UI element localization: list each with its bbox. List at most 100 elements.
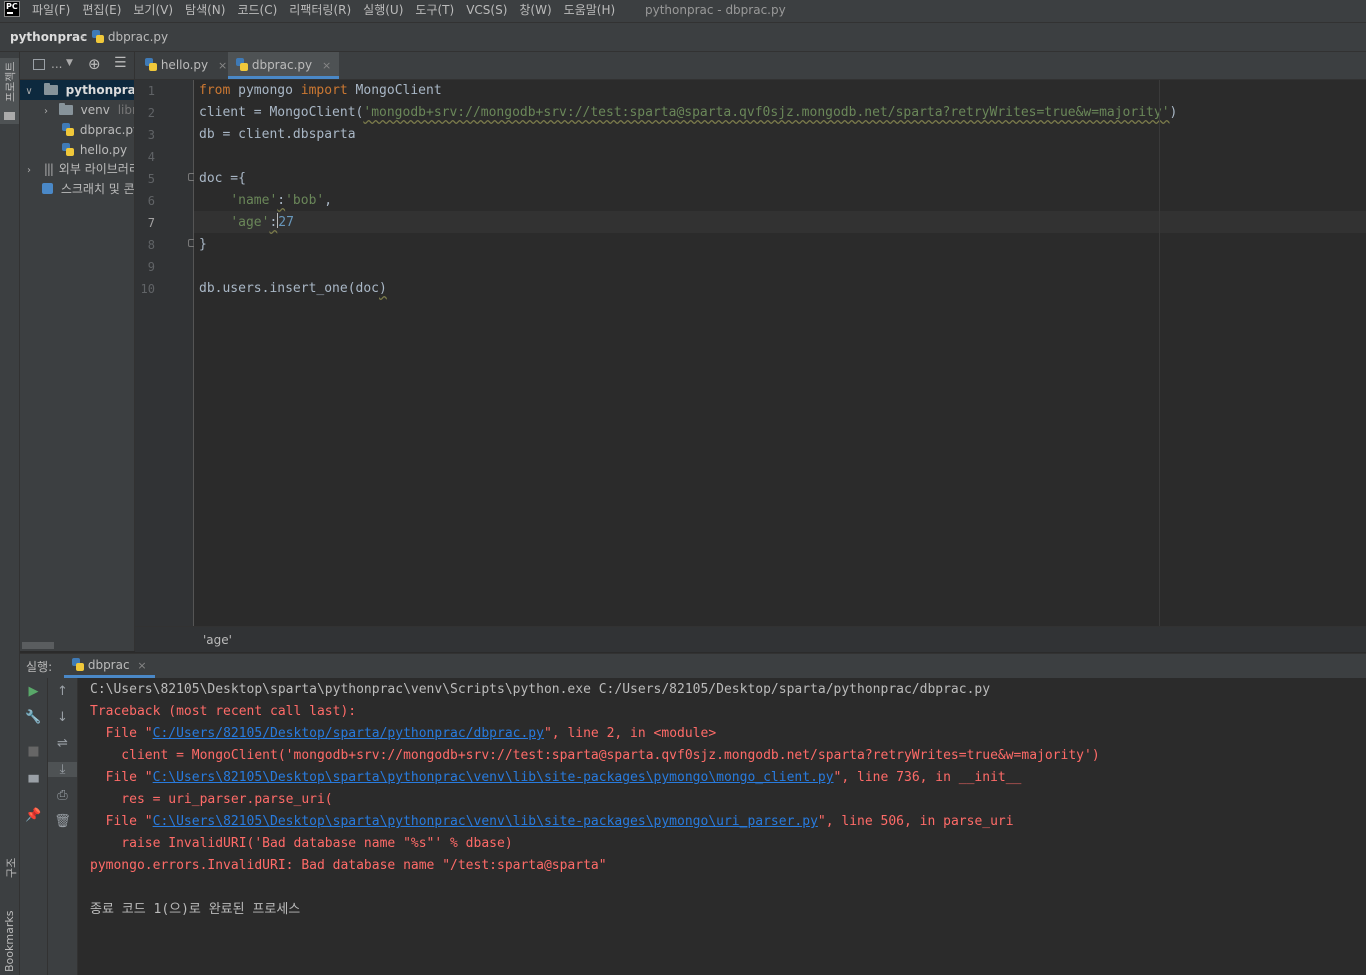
code-editor[interactable]: from pymongo import MongoClient client =… <box>194 80 1366 626</box>
view-mode-dots[interactable]: ... <box>51 57 62 71</box>
pycharm-logo-icon: PC <box>4 1 20 17</box>
code-text: , <box>324 193 333 208</box>
tree-item-label: hello.py <box>79 143 128 157</box>
menu-bar: PC 파일(F) 편집(E) 보기(V) 탐색(N) 코드(C) 리팩터링(R)… <box>0 0 1366 23</box>
run-tab-dbprac[interactable]: dbprac × <box>64 654 155 678</box>
python-file-icon <box>62 123 74 136</box>
rerun-icon[interactable]: ▶ <box>20 684 47 699</box>
menu-file[interactable]: 파일(F) <box>26 0 76 22</box>
console-text: File " <box>90 770 153 785</box>
layout-icon[interactable]: ▀ <box>20 776 47 791</box>
locate-icon[interactable]: ⊕ <box>88 55 101 73</box>
tree-item-suffix: librar <box>117 103 134 117</box>
close-icon[interactable]: × <box>322 59 331 72</box>
console-file-link[interactable]: C:\Users\82105\Desktop\sparta\pythonprac… <box>153 770 834 785</box>
breadcrumb-project[interactable]: pythonprac <box>10 23 87 51</box>
tab-hello-py[interactable]: hello.py × <box>137 52 235 79</box>
panel-view-icon[interactable] <box>33 59 45 70</box>
editor-breadcrumb-bar: 'age' <box>135 626 1366 652</box>
code-line-3: db = client.dbsparta <box>199 127 356 142</box>
structure-tool-button[interactable]: 구조 <box>0 842 19 887</box>
tree-item-dbprac[interactable]: dbprac.py <box>20 120 134 140</box>
tab-label: dbprac.py <box>251 58 313 72</box>
menu-navigate[interactable]: 탐색(N) <box>179 0 231 22</box>
close-icon[interactable]: × <box>137 659 146 672</box>
tree-item-external-libraries[interactable]: › ||| 외부 라이브러리 <box>20 159 134 179</box>
menu-vcs[interactable]: VCS(S) <box>460 0 513 22</box>
line-number: 8 <box>147 238 155 252</box>
scratches-icon <box>42 183 53 194</box>
tree-item-pythonprac[interactable]: ∨ pythonprac C <box>20 80 134 100</box>
menu-code[interactable]: 코드(C) <box>231 0 283 22</box>
menu-tools[interactable]: 도구(T) <box>409 0 460 22</box>
code-line-5: doc ={ <box>199 171 246 186</box>
trash-icon[interactable]: 🗑 <box>48 814 77 829</box>
project-tool-button[interactable]: 프로젝트 <box>0 58 19 124</box>
folder-icon <box>4 112 15 120</box>
chevron-right-icon[interactable]: › <box>22 161 36 181</box>
line-number: 1 <box>147 84 155 98</box>
line-number: 4 <box>147 150 155 164</box>
collapse-all-icon[interactable]: ☰ <box>114 55 127 71</box>
line-number: 3 <box>147 128 155 142</box>
import-name: MongoClient <box>347 83 442 98</box>
line-number: 9 <box>147 260 155 274</box>
chevron-down-icon[interactable]: ▼ <box>66 58 73 68</box>
breadcrumb-file[interactable]: dbprac.py <box>92 23 168 51</box>
console-file-link[interactable]: C:/Users/82105/Desktop/sparta/pythonprac… <box>153 726 544 741</box>
stop-icon[interactable]: ■ <box>20 744 47 759</box>
breadcrumb: pythonprac › dbprac.py <box>0 23 1366 52</box>
wrench-icon[interactable]: 🔧 <box>20 710 47 725</box>
tree-item-scratches[interactable]: 스크래치 및 콘솔 <box>20 179 134 199</box>
string-literal: 'age' <box>230 215 270 230</box>
chevron-right-icon[interactable]: › <box>39 102 53 122</box>
code-line-1: from pymongo import MongoClient <box>199 80 442 102</box>
number-literal: 27 <box>278 215 294 230</box>
folder-icon <box>58 103 73 115</box>
structure-tool-label: 구조 <box>5 857 18 878</box>
close-icon[interactable]: × <box>218 59 227 72</box>
python-file-icon <box>145 58 157 71</box>
console-frame-3-code: raise InvalidURI('Bad database name "%s"… <box>90 836 513 851</box>
current-line-highlight <box>194 211 1366 233</box>
folder-icon <box>43 83 58 95</box>
print-icon[interactable]: ⎙ <box>48 788 77 803</box>
run-tab-label: dbprac <box>87 658 130 672</box>
bookmarks-tool-button[interactable]: Bookmarks <box>0 902 19 975</box>
console-file-link[interactable]: C:\Users\82105\Desktop\sparta\pythonprac… <box>153 814 818 829</box>
code-text: ) <box>379 281 387 296</box>
run-console[interactable]: C:\Users\82105\Desktop\sparta\pythonprac… <box>78 678 1366 975</box>
soft-wrap-icon[interactable]: ⇌ <box>48 736 77 751</box>
menu-view[interactable]: 보기(V) <box>127 0 179 22</box>
arrow-up-icon[interactable]: ↑ <box>48 684 77 699</box>
menu-refactor[interactable]: 리팩터링(R) <box>283 0 357 22</box>
run-panel-label: 실행: <box>26 660 53 674</box>
line-number: 5 <box>147 172 155 186</box>
structure-hint[interactable]: 'age' <box>203 633 232 647</box>
scroll-to-end-icon[interactable]: ⤓ <box>48 762 77 777</box>
tab-dbprac-py[interactable]: dbprac.py × <box>228 52 340 79</box>
console-error-message: pymongo.errors.InvalidURI: Bad database … <box>90 858 607 873</box>
line-number: 7 <box>147 216 155 230</box>
editor-tab-bar: hello.py × dbprac.py × <box>135 52 1366 80</box>
code-line-7: 'age':27 <box>199 212 294 234</box>
line-number-gutter: 1 2 3 4 5 6 7 8 9 10 <box>135 80 196 626</box>
menu-edit[interactable]: 편집(E) <box>76 0 127 22</box>
console-text: ", line 736, in __init__ <box>833 770 1022 785</box>
pin-icon[interactable]: 📌 <box>20 808 47 823</box>
console-frame-1-code: client = MongoClient('mongodb+srv://mong… <box>90 748 1100 763</box>
project-panel-scrollbar[interactable] <box>22 642 54 649</box>
console-frame-1: File "C:/Users/82105/Desktop/sparta/pyth… <box>90 723 717 745</box>
line-number: 6 <box>147 194 155 208</box>
menu-window[interactable]: 창(W) <box>513 0 557 22</box>
chevron-down-icon[interactable]: ∨ <box>22 82 36 102</box>
console-frame-2: File "C:\Users\82105\Desktop\sparta\pyth… <box>90 767 1022 789</box>
breadcrumb-separator-icon: › <box>80 30 85 44</box>
menu-help[interactable]: 도움말(H) <box>558 0 622 22</box>
library-icon: ||| <box>43 162 54 176</box>
menu-run[interactable]: 실행(U) <box>357 0 409 22</box>
tree-item-venv[interactable]: › venv librar <box>20 100 134 120</box>
arrow-down-icon[interactable]: ↓ <box>48 710 77 725</box>
run-toolbar-primary: ▶ 🔧 ■ ▀ 📌 <box>20 678 48 975</box>
tree-item-hello[interactable]: hello.py <box>20 140 134 160</box>
